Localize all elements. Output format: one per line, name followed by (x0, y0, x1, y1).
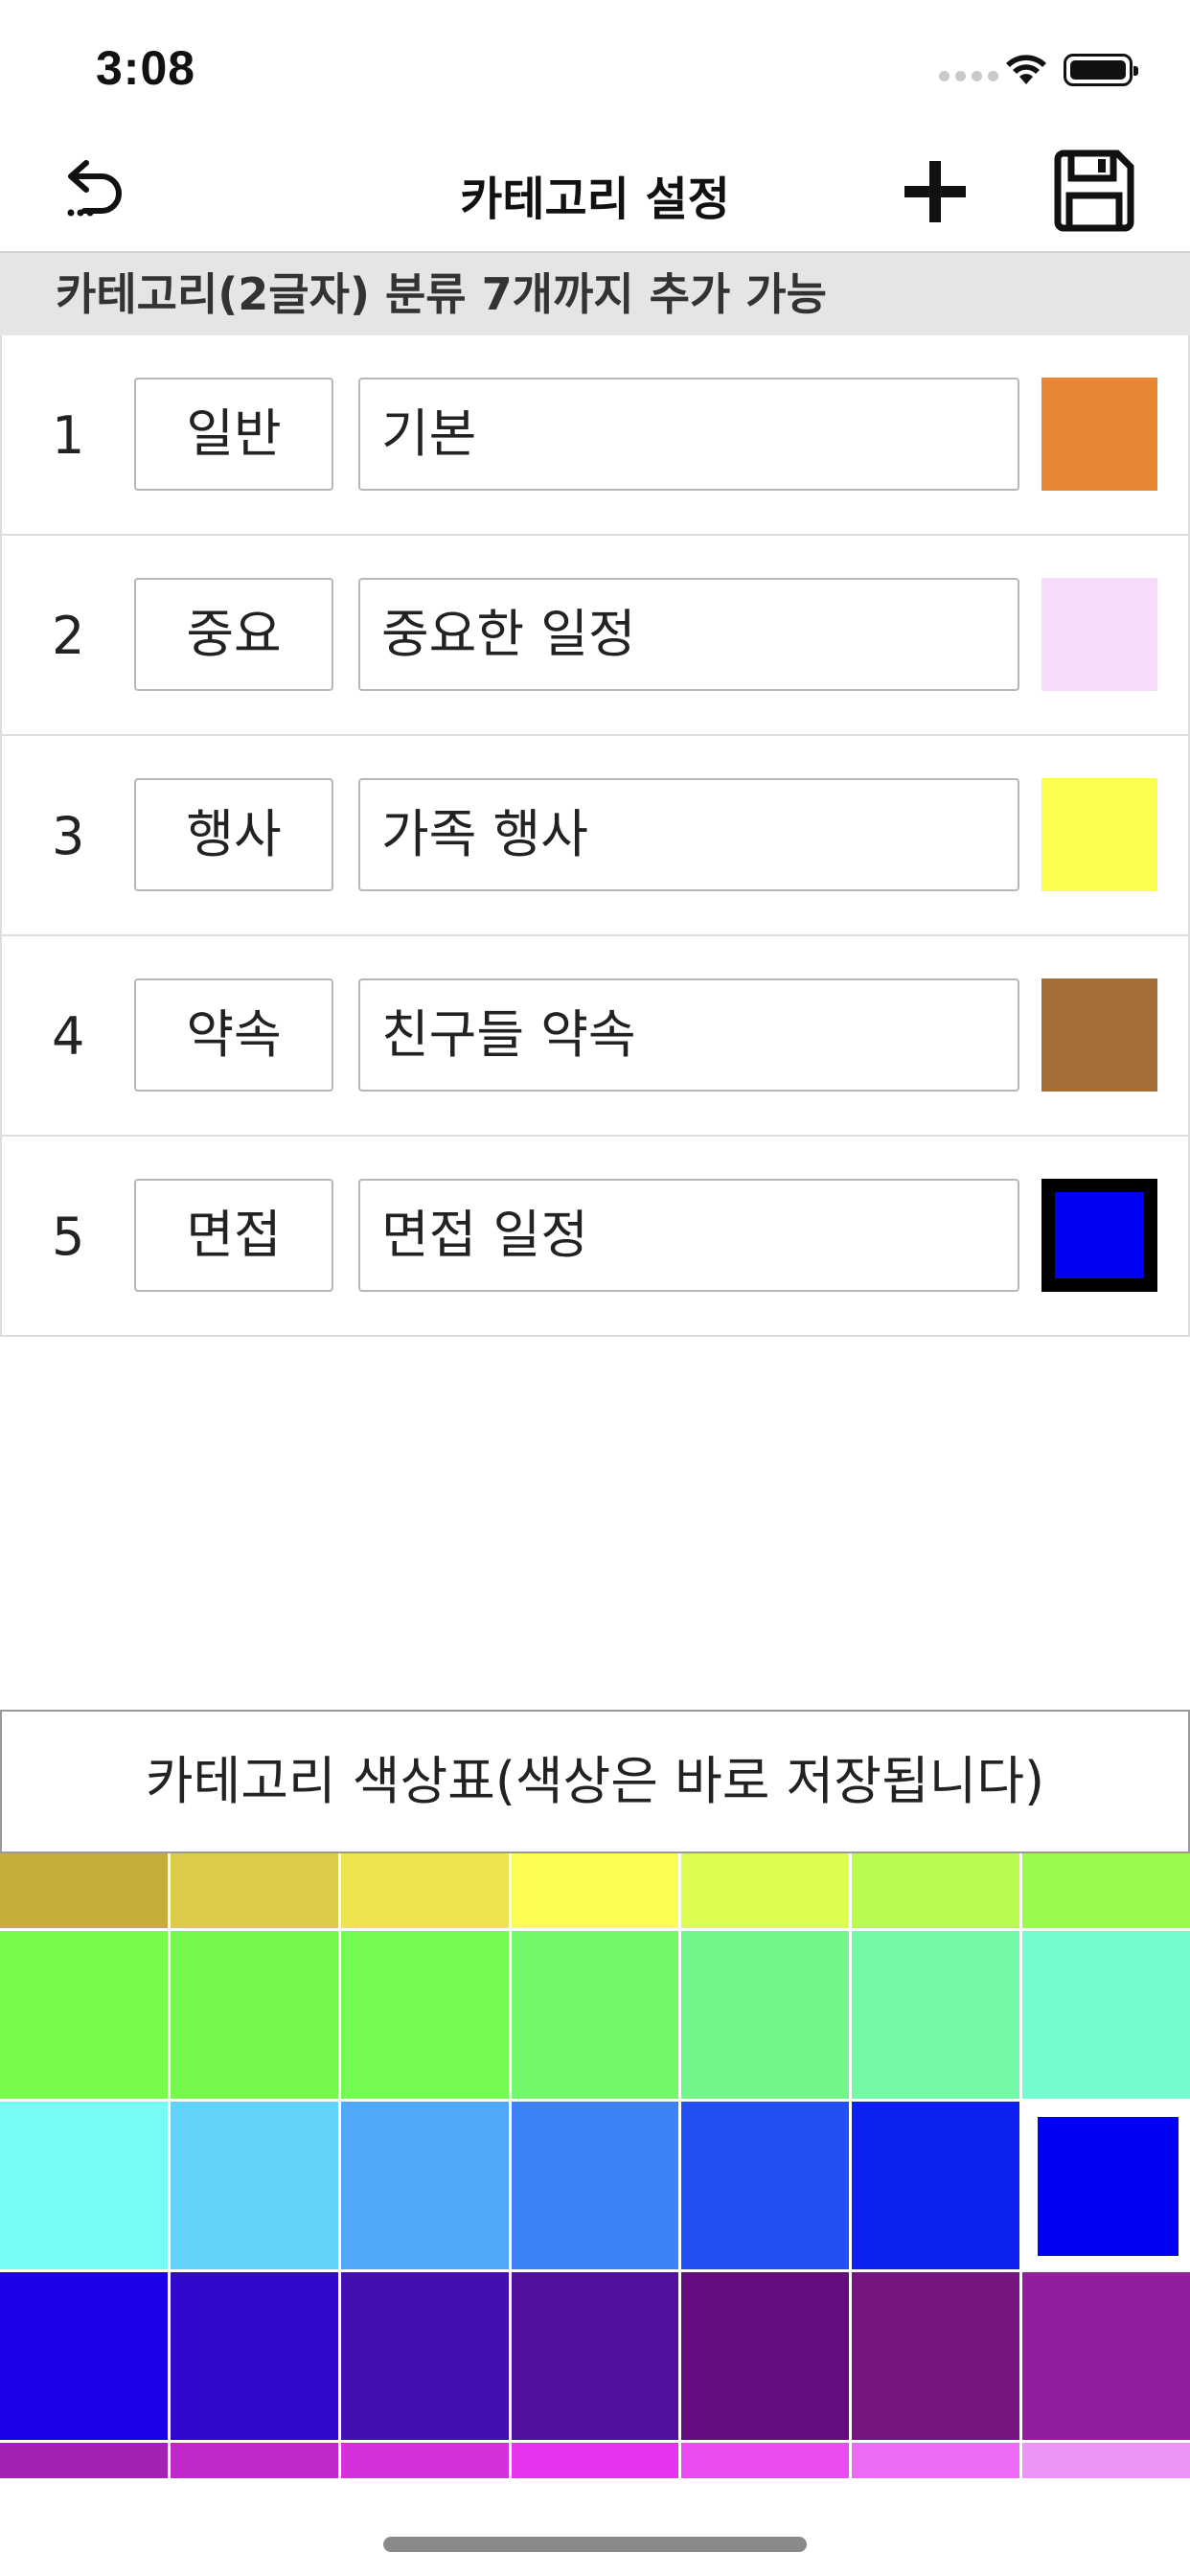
palette-swatch[interactable] (170, 2272, 338, 2440)
category-name-field[interactable]: 중요 (134, 578, 333, 691)
category-color-swatch[interactable] (1041, 778, 1157, 891)
category-name-field[interactable]: 약속 (134, 978, 333, 1092)
category-list: 1 일반 기본 2 중요 중요한 일정 3 행사 가족 행사 4 약속 친구들 … (0, 335, 1190, 1337)
category-row: 1 일반 기본 (0, 335, 1190, 536)
palette-swatch[interactable] (511, 2272, 679, 2440)
category-color-swatch[interactable] (1041, 978, 1157, 1092)
palette-swatch[interactable] (340, 2272, 509, 2440)
palette-swatch[interactable] (681, 1853, 850, 1928)
palette-swatch[interactable] (0, 2102, 168, 2269)
category-name-field[interactable]: 행사 (134, 778, 333, 891)
palette-swatch[interactable] (852, 2443, 1020, 2478)
battery-icon (1064, 54, 1138, 86)
palette-swatch[interactable] (681, 1931, 850, 2099)
palette-swatch[interactable] (0, 2272, 168, 2440)
palette-swatch[interactable] (852, 1853, 1020, 1928)
category-index: 1 (52, 405, 85, 466)
palette-swatch[interactable] (681, 2102, 850, 2269)
palette-swatch[interactable] (511, 2443, 679, 2478)
add-category-button[interactable] (899, 155, 972, 228)
category-description-field[interactable]: 면접 일정 (358, 1179, 1019, 1292)
home-indicator (383, 2537, 807, 2552)
palette-swatch[interactable] (511, 1853, 679, 1928)
category-limit-notice: 카테고리(2글자) 분류 7개까지 추가 가능 (0, 253, 1190, 335)
palette-swatch[interactable] (852, 1931, 1020, 2099)
cellular-signal-icon (939, 71, 998, 81)
plus-icon (904, 161, 966, 222)
palette-swatch[interactable] (1022, 1853, 1190, 1928)
palette-swatch[interactable] (511, 2102, 679, 2269)
palette-swatch[interactable] (170, 1853, 338, 1928)
category-row: 3 행사 가족 행사 (0, 736, 1190, 936)
palette-swatch[interactable] (852, 2102, 1020, 2269)
selected-color-indicator (1038, 2117, 1179, 2256)
category-description-field[interactable]: 중요한 일정 (358, 578, 1019, 691)
category-row: 5 면접 면접 일정 (0, 1137, 1190, 1337)
palette-swatch[interactable] (170, 1931, 338, 2099)
category-description-field[interactable]: 기본 (358, 378, 1019, 491)
palette-swatch[interactable] (0, 1853, 168, 1928)
category-row: 2 중요 중요한 일정 (0, 536, 1190, 736)
category-color-swatch[interactable] (1041, 578, 1157, 691)
palette-swatch[interactable] (681, 2272, 850, 2440)
status-bar: 3:08 (0, 0, 1190, 134)
color-palette (0, 1853, 1190, 2478)
category-index: 4 (52, 1006, 85, 1067)
palette-swatch[interactable] (340, 1931, 509, 2099)
navigation-bar: 카테고리 설정 (0, 134, 1190, 253)
page-title: 카테고리 설정 (460, 172, 730, 226)
category-color-swatch[interactable] (1041, 378, 1157, 491)
floppy-disk-icon (1054, 150, 1134, 232)
palette-swatch[interactable] (1022, 2102, 1190, 2269)
palette-swatch[interactable] (852, 2272, 1020, 2440)
category-index: 2 (52, 606, 85, 666)
category-index: 3 (52, 806, 85, 866)
palette-swatch[interactable] (511, 1931, 679, 2099)
color-palette-title: 카테고리 색상표(색상은 바로 저장됩니다) (0, 1710, 1190, 1853)
category-row: 4 약속 친구들 약속 (0, 936, 1190, 1137)
palette-swatch[interactable] (1022, 2443, 1190, 2478)
category-description-field[interactable]: 친구들 약속 (358, 978, 1019, 1092)
category-description-field[interactable]: 가족 행사 (358, 778, 1019, 891)
palette-swatch[interactable] (0, 2443, 168, 2478)
status-time: 3:08 (96, 41, 196, 95)
palette-swatch[interactable] (681, 2443, 850, 2478)
palette-swatch[interactable] (340, 1853, 509, 1928)
palette-swatch[interactable] (340, 2102, 509, 2269)
wifi-icon (1002, 50, 1050, 92)
palette-swatch[interactable] (1022, 2272, 1190, 2440)
category-color-swatch[interactable] (1041, 1179, 1157, 1292)
palette-swatch[interactable] (170, 2102, 338, 2269)
save-button[interactable] (1050, 148, 1136, 234)
palette-swatch[interactable] (340, 2443, 509, 2478)
category-index: 5 (52, 1207, 85, 1267)
category-name-field[interactable]: 면접 (134, 1179, 333, 1292)
palette-swatch[interactable] (170, 2443, 338, 2478)
palette-swatch[interactable] (1022, 1931, 1190, 2099)
category-name-field[interactable]: 일반 (134, 378, 333, 491)
palette-swatch[interactable] (0, 1931, 168, 2099)
